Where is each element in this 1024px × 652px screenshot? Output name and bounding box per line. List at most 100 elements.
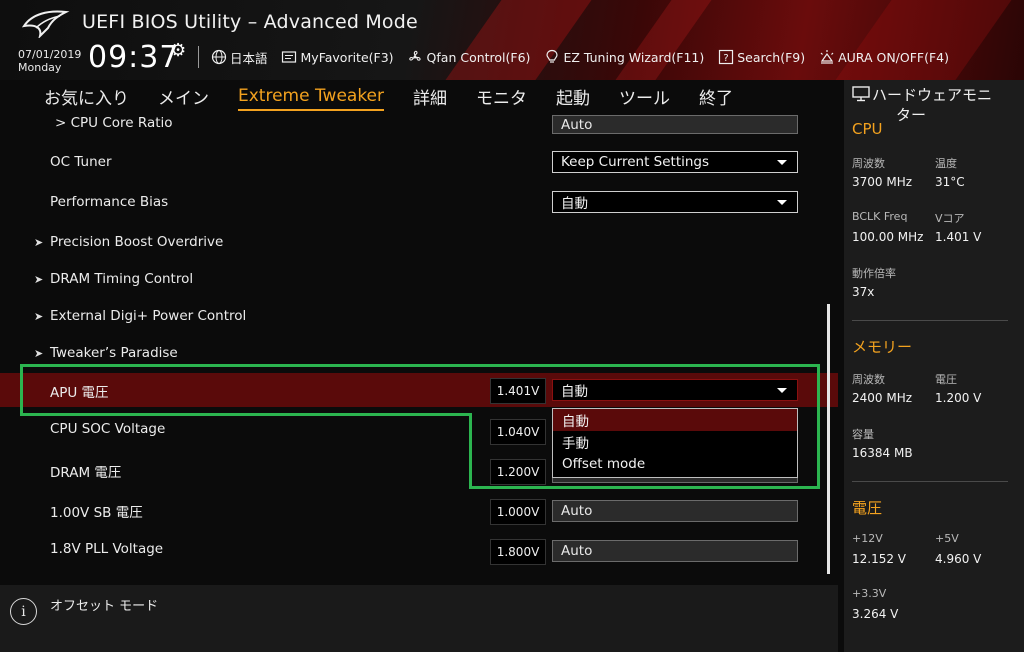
vcore-value: 1.401 V	[935, 230, 982, 244]
myfavorite-label: MyFavorite(F3)	[300, 49, 394, 65]
chevron-down-icon	[777, 388, 787, 393]
app-title: UEFI BIOS Utility – Advanced Mode	[82, 11, 418, 33]
header-bar: UEFI BIOS Utility – Advanced Mode 07/01/…	[0, 0, 1024, 80]
aura-toggle-label: AURA ON/OFF(F4)	[838, 49, 950, 65]
setting-row-apu-voltage[interactable]: APU 電圧 1.401V 自動	[0, 373, 838, 407]
ez-tuning-wizard-button[interactable]: EZ Tuning Wizard(F11)	[543, 49, 704, 66]
setting-row-pll-voltage[interactable]: 1.8V PLL Voltage 1.800V Auto	[0, 537, 838, 573]
setting-label: APU 電圧	[50, 385, 109, 401]
cpu-section-title: CPU	[852, 120, 883, 138]
pll-voltage-reading: 1.800V	[490, 539, 546, 565]
search-button[interactable]: ? Search(F9)	[717, 49, 805, 66]
scrollbar[interactable]	[827, 304, 830, 574]
sb-voltage-field[interactable]: Auto	[552, 500, 798, 522]
fan-icon	[407, 49, 424, 66]
bulb-icon	[543, 49, 560, 66]
pll-voltage-field[interactable]: Auto	[552, 540, 798, 562]
tab-advanced[interactable]: 詳細	[413, 84, 447, 109]
v5-label: +5V	[935, 532, 959, 545]
hardware-monitor-title: ハードウェアモニ ター	[852, 86, 1022, 124]
globe-icon	[210, 49, 227, 66]
date-text: 07/01/2019	[18, 48, 82, 61]
cpu-freq-label: 周波数	[852, 157, 885, 170]
toolbar: 日本語 MyFavorite(F3) Qfan Control(F6) EZ T…	[210, 46, 962, 68]
cpu-soc-voltage-reading: 1.040V	[490, 419, 546, 445]
setting-label: > CPU Core Ratio	[55, 115, 173, 131]
memory-section-title: メモリー	[852, 338, 913, 356]
language-button[interactable]: 日本語	[210, 48, 268, 67]
ratio-label: 動作倍率	[852, 267, 896, 280]
option-offset-mode[interactable]: Offset mode	[553, 453, 797, 475]
option-manual[interactable]: 手動	[553, 431, 797, 453]
vcore-label: Vコア	[935, 212, 965, 225]
setting-row-sb-voltage[interactable]: 1.00V SB 電圧 1.000V Auto	[0, 497, 838, 533]
memory-capacity-value: 16384 MB	[852, 446, 913, 460]
qfan-control-button[interactable]: Qfan Control(F6)	[407, 49, 531, 66]
tab-favorites[interactable]: お気に入り	[44, 84, 129, 109]
favorite-icon	[281, 49, 298, 66]
tab-extreme-tweaker[interactable]: Extreme Tweaker	[238, 86, 385, 111]
setting-row-performance-bias[interactable]: Performance Bias 自動	[0, 191, 838, 228]
setting-label: OC Tuner	[50, 154, 112, 170]
submenu-label: Tweaker’s Paradise	[50, 345, 178, 361]
submenu-arrow-icon: ➤	[34, 273, 44, 286]
memory-volt-label: 電圧	[935, 373, 957, 386]
date-display: 07/01/2019 Monday	[18, 48, 81, 74]
aura-toggle-button[interactable]: AURA ON/OFF(F4)	[818, 49, 949, 66]
main-menu-tabs: お気に入り メイン Extreme Tweaker 詳細 モニタ 起動 ツール …	[0, 80, 838, 112]
submenu-arrow-icon: ➤	[34, 347, 44, 360]
language-label: 日本語	[230, 50, 268, 66]
voltage-section-title: 電圧	[852, 499, 883, 517]
tab-main[interactable]: メイン	[158, 84, 209, 109]
gear-icon[interactable]: ⚙	[170, 40, 186, 61]
v12-label: +12V	[852, 532, 883, 545]
help-bar: i オフセット モード	[0, 585, 838, 652]
myfavorite-button[interactable]: MyFavorite(F3)	[281, 49, 394, 66]
cpu-core-ratio-field[interactable]: Auto	[552, 115, 798, 134]
submenu-label: DRAM Timing Control	[50, 271, 194, 287]
oc-tuner-value: Keep Current Settings	[561, 154, 710, 170]
oc-tuner-dropdown[interactable]: Keep Current Settings	[552, 151, 798, 173]
tab-boot[interactable]: 起動	[556, 84, 590, 109]
v33-label: +3.3V	[852, 587, 887, 600]
cpu-temp-value: 31°C	[935, 175, 965, 189]
cpu-freq-value: 3700 MHz	[852, 175, 913, 189]
memory-capacity-label: 容量	[852, 428, 874, 441]
tab-tool[interactable]: ツール	[619, 84, 670, 109]
header-decoration	[821, 0, 1019, 80]
performance-bias-dropdown[interactable]: 自動	[552, 191, 798, 213]
setting-row-oc-tuner[interactable]: OC Tuner Keep Current Settings	[0, 151, 838, 188]
clock-display: 09:37	[88, 40, 180, 75]
submenu-external-digi-power-control[interactable]: ➤ External Digi+ Power Control	[0, 298, 838, 334]
bclk-value: 100.00 MHz	[852, 230, 924, 244]
chevron-down-icon	[777, 200, 787, 205]
v12-value: 12.152 V	[852, 552, 907, 566]
search-label: Search(F9)	[737, 49, 806, 65]
submenu-precision-boost-overdrive[interactable]: ➤ Precision Boost Overdrive	[0, 224, 838, 260]
submenu-arrow-icon: ➤	[34, 236, 44, 249]
apu-voltage-value: 自動	[561, 384, 588, 400]
submenu-label: Precision Boost Overdrive	[50, 234, 224, 250]
submenu-label: External Digi+ Power Control	[50, 308, 247, 324]
setting-label: 1.00V SB 電圧	[50, 505, 143, 521]
cpu-temp-label: 温度	[935, 157, 957, 170]
setting-row-cpu-core-ratio[interactable]: > CPU Core Ratio Auto	[0, 112, 838, 148]
submenu-tweakers-paradise[interactable]: ➤ Tweaker’s Paradise	[0, 335, 838, 371]
setting-label: Performance Bias	[50, 194, 169, 210]
qfan-control-label: Qfan Control(F6)	[426, 49, 531, 65]
tab-monitor[interactable]: モニタ	[476, 84, 527, 109]
help-description: オフセット モード	[50, 599, 159, 614]
day-text: Monday	[18, 61, 62, 74]
chevron-down-icon	[777, 160, 787, 165]
option-auto[interactable]: 自動	[553, 409, 797, 431]
apu-voltage-dropdown[interactable]: 自動	[552, 379, 798, 401]
submenu-dram-timing-control[interactable]: ➤ DRAM Timing Control	[0, 261, 838, 297]
sb-voltage-reading: 1.000V	[490, 499, 546, 525]
monitor-title-line1: ハードウェアモニ	[872, 86, 993, 104]
memory-freq-label: 周波数	[852, 373, 885, 386]
tab-exit[interactable]: 終了	[699, 84, 733, 109]
svg-text:?: ?	[723, 53, 728, 64]
ez-tuning-wizard-label: EZ Tuning Wizard(F11)	[563, 49, 705, 65]
section-divider	[852, 481, 1008, 482]
hardware-monitor-panel: ハードウェアモニ ター CPU 周波数 温度 3700 MHz 31°C BCL…	[844, 80, 1024, 652]
